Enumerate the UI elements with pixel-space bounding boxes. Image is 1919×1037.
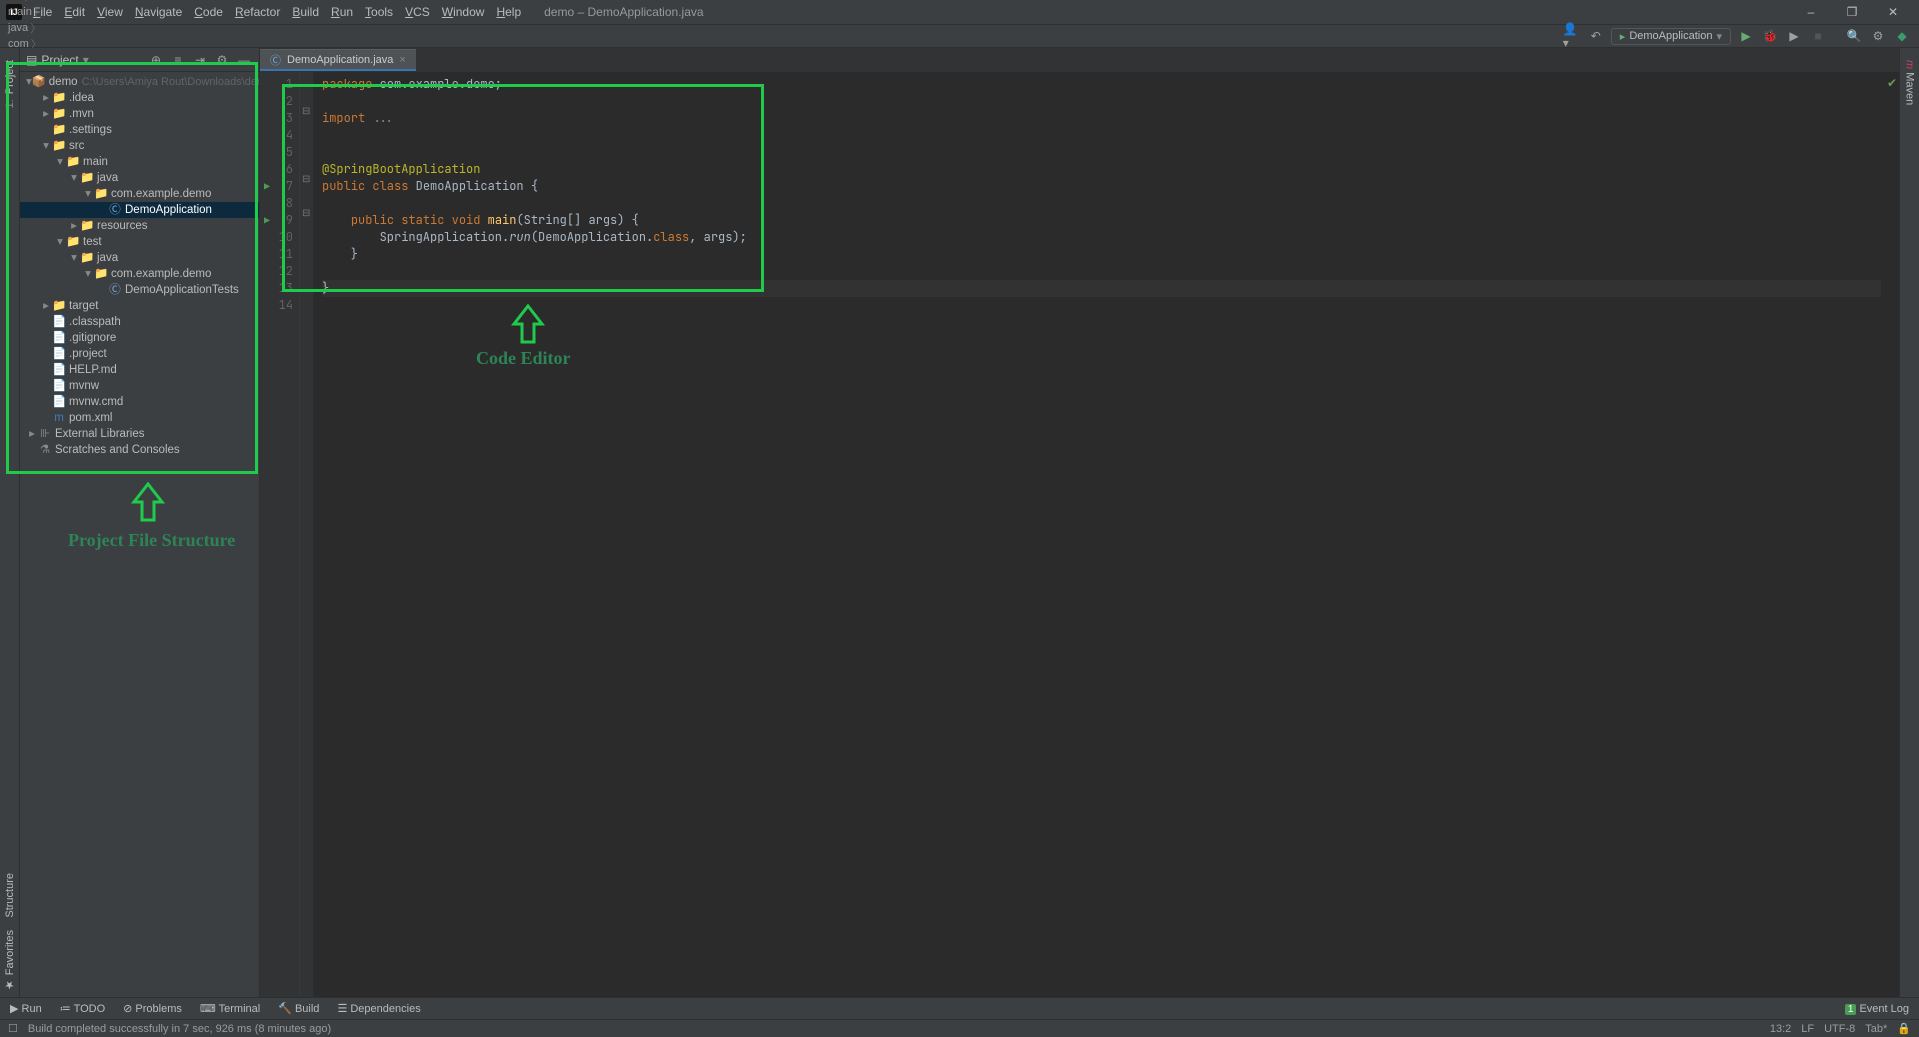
menu-navigate[interactable]: Navigate — [129, 3, 188, 21]
status-indent[interactable]: Tab* — [1865, 1023, 1887, 1035]
rail-project[interactable]: 1: Project — [4, 54, 16, 115]
bottom-tool-bar: ▶ Run ≔ TODO ⊘ Problems ⌨ Terminal 🔨 Bui… — [0, 997, 1919, 1019]
run-icon[interactable]: ▶ — [1737, 27, 1755, 45]
class-icon: Ⓒ — [270, 52, 281, 68]
tree-node--idea[interactable]: ▸📁.idea — [20, 90, 259, 106]
tree-node-demoapplication[interactable]: ⒸDemoApplication — [20, 202, 259, 218]
tree-node--mvn[interactable]: ▸📁.mvn — [20, 106, 259, 122]
tool-build[interactable]: 🔨 Build — [278, 1002, 319, 1015]
window-title: demo – DemoApplication.java — [544, 5, 703, 19]
settings-icon[interactable]: ⚙ — [1869, 27, 1887, 45]
menubar: IJ FileEditViewNavigateCodeRefactorBuild… — [0, 0, 1919, 24]
close-icon[interactable]: ✕ — [1873, 0, 1913, 24]
tool-dependencies[interactable]: ☰ Dependencies — [337, 1002, 420, 1015]
menu-build[interactable]: Build — [286, 3, 325, 21]
tree-node-mvnw[interactable]: 📄mvnw — [20, 378, 259, 394]
run-config-name: DemoApplication — [1629, 30, 1712, 42]
status-bar: ☐ Build completed successfully in 7 sec,… — [0, 1019, 1919, 1037]
debug-icon[interactable]: 🐞 — [1761, 27, 1779, 45]
tree-node-mvnw-cmd[interactable]: 📄mvnw.cmd — [20, 394, 259, 410]
editor-marker-rail: ✔ — [1887, 72, 1899, 997]
maximize-icon[interactable]: ❐ — [1832, 0, 1872, 24]
tree-node-demoapplicationtests[interactable]: ⒸDemoApplicationTests — [20, 282, 259, 298]
tree-node-resources[interactable]: ▸📁resources — [20, 218, 259, 234]
tree-node-help-md[interactable]: 📄HELP.md — [20, 362, 259, 378]
tool-todo[interactable]: ≔ TODO — [60, 1002, 105, 1015]
breadcrumb-item[interactable]: java〉 — [8, 20, 104, 36]
tab-label: DemoApplication.java — [287, 54, 393, 66]
stop-icon[interactable]: ■ — [1809, 27, 1827, 45]
tree-node-java[interactable]: ▾📁java — [20, 170, 259, 186]
tool-terminal[interactable]: ⌨ Terminal — [200, 1002, 260, 1015]
gear-icon[interactable]: ⚙ — [213, 51, 231, 69]
menu-tools[interactable]: Tools — [359, 3, 399, 21]
menu-refactor[interactable]: Refactor — [229, 3, 286, 21]
tree-node-pom-xml[interactable]: mpom.xml — [20, 410, 259, 426]
menu-help[interactable]: Help — [490, 3, 527, 21]
right-tool-rail: m Maven — [1899, 48, 1919, 997]
editor: Ⓒ DemoApplication.java × 123456▶78▶91011… — [260, 48, 1899, 997]
status-lock-icon[interactable]: 🔒 — [1897, 1022, 1911, 1035]
tree-node--gitignore[interactable]: 📄.gitignore — [20, 330, 259, 346]
add-config-icon[interactable]: 👤▾ — [1563, 27, 1581, 45]
locate-icon[interactable]: ⊕ — [147, 51, 165, 69]
project-tree[interactable]: ▾📦demoC:\Users\Amiya Rout\Downloads\demo… — [20, 72, 259, 997]
rail-maven[interactable]: m Maven — [1904, 54, 1916, 111]
learn-icon[interactable]: ◆ — [1893, 27, 1911, 45]
tree-node-src[interactable]: ▾📁src — [20, 138, 259, 154]
tree-node--classpath[interactable]: 📄.classpath — [20, 314, 259, 330]
tree-node-external-libraries[interactable]: ▸⊪External Libraries — [20, 426, 259, 442]
menu-vcs[interactable]: VCS — [399, 3, 436, 21]
tab-demoapplication[interactable]: Ⓒ DemoApplication.java × — [260, 49, 416, 71]
code-text[interactable]: package com.example.demo; import ... @Sp… — [314, 72, 1887, 997]
tree-node-java[interactable]: ▾📁java — [20, 250, 259, 266]
rail-favorites[interactable]: ★ Favorites — [3, 924, 16, 997]
project-panel-header: ▤ Project ▾ ⊕ ≡ ⇥ ⚙ — — [20, 48, 259, 72]
tree-node-com-example-demo[interactable]: ▾📁com.example.demo — [20, 186, 259, 202]
tree-node-scratches-and-consoles[interactable]: ⚗Scratches and Consoles — [20, 442, 259, 458]
menu-window[interactable]: Window — [436, 3, 491, 21]
collapse-icon[interactable]: ⇥ — [191, 51, 209, 69]
tree-node--project[interactable]: 📄.project — [20, 346, 259, 362]
tree-node-target[interactable]: ▸📁target — [20, 298, 259, 314]
expand-icon[interactable]: ≡ — [169, 51, 187, 69]
project-panel: ▤ Project ▾ ⊕ ≡ ⇥ ⚙ — ▾📦demoC:\Users\Ami… — [20, 48, 260, 997]
tree-node-main[interactable]: ▾📁main — [20, 154, 259, 170]
status-caret[interactable]: 13:2 — [1770, 1023, 1791, 1035]
rail-structure[interactable]: Structure — [4, 867, 16, 924]
project-panel-title[interactable]: Project — [41, 53, 78, 67]
status-lf[interactable]: LF — [1801, 1023, 1814, 1035]
tree-node-com-example-demo[interactable]: ▾📁com.example.demo — [20, 266, 259, 282]
search-icon[interactable]: 🔍 — [1845, 27, 1863, 45]
menu-run[interactable]: Run — [325, 3, 359, 21]
breadcrumb-item[interactable]: main〉 — [8, 4, 104, 20]
coverage-icon[interactable]: ▶ — [1785, 27, 1803, 45]
left-tool-rail: 1: Project Structure ★ Favorites — [0, 48, 20, 997]
editor-tabs: Ⓒ DemoApplication.java × — [260, 48, 1899, 72]
navigation-bar: demo〉src〉main〉java〉com〉example〉demo〉ⒸDem… — [0, 24, 1919, 48]
menu-code[interactable]: Code — [188, 3, 229, 21]
tree-node-test[interactable]: ▾📁test — [20, 234, 259, 250]
project-view-icon: ▤ — [26, 53, 37, 67]
tree-node-demo[interactable]: ▾📦demoC:\Users\Amiya Rout\Downloads\demo — [20, 74, 259, 90]
back-icon[interactable]: ↶ — [1587, 27, 1605, 45]
close-tab-icon[interactable]: × — [399, 54, 405, 66]
tool-eventlog[interactable]: 1 Event Log — [1845, 1003, 1909, 1015]
chevron-down-icon[interactable]: ▾ — [83, 53, 89, 67]
line-gutter[interactable]: 123456▶78▶91011121314 — [260, 72, 300, 997]
status-encoding[interactable]: UTF-8 — [1824, 1023, 1855, 1035]
fold-gutter[interactable]: ⊟⊟⊟ — [300, 72, 314, 997]
hide-icon[interactable]: — — [235, 51, 253, 69]
run-config-selector[interactable]: ▸ DemoApplication ▾ — [1611, 28, 1731, 45]
analysis-ok-icon: ✔ — [1887, 76, 1897, 90]
tree-node--settings[interactable]: 📁.settings — [20, 122, 259, 138]
status-menu-icon[interactable]: ☐ — [8, 1022, 18, 1035]
tool-run[interactable]: ▶ Run — [10, 1002, 42, 1015]
minimize-icon[interactable]: – — [1791, 0, 1831, 24]
tool-problems[interactable]: ⊘ Problems — [123, 1002, 182, 1015]
status-message: Build completed successfully in 7 sec, 9… — [28, 1023, 331, 1035]
